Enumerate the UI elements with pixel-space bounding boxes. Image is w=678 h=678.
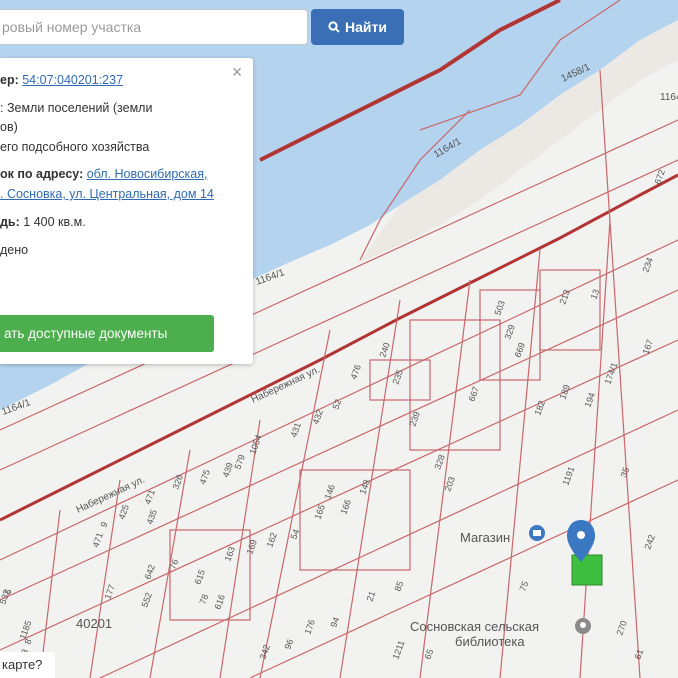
cadastral-number-label: ер: xyxy=(0,73,19,87)
parcel-info-panel: × ер: 54:07:040201:237 : Земли поселений… xyxy=(0,58,253,364)
shop-icon[interactable] xyxy=(529,525,545,541)
library-icon[interactable] xyxy=(575,618,591,634)
search-input[interactable] xyxy=(0,9,308,45)
poi-label: Магазин xyxy=(460,530,510,545)
water-label: 1164/1 xyxy=(660,92,678,103)
search-button[interactable]: Найти xyxy=(311,9,404,45)
map-help-link[interactable]: карте? xyxy=(0,652,55,678)
permitted-use: его подсобного хозяйства xyxy=(0,140,150,154)
selected-parcel[interactable] xyxy=(571,554,603,586)
category-line-2: ов) xyxy=(0,120,18,134)
address-link-1[interactable]: обл. Новосибирская, xyxy=(87,167,208,181)
close-icon[interactable]: × xyxy=(229,63,245,81)
search-button-label: Найти xyxy=(345,19,387,35)
category-line-1: : Земли поселений (земли xyxy=(0,101,153,115)
available-documents-button[interactable]: ать доступные документы xyxy=(0,315,214,352)
area-value: 1 400 кв.м. xyxy=(23,215,86,229)
address-link-2[interactable]: . Сосновка, ул. Центральная, дом 14 xyxy=(0,187,214,201)
search-icon xyxy=(328,21,340,33)
area-label: дь: xyxy=(0,215,20,229)
poi-label: библиотека xyxy=(455,634,525,649)
block-label: 40201 xyxy=(76,616,112,631)
address-label: ок по адресу: xyxy=(0,167,84,181)
poi-label: Сосновская сельская xyxy=(410,619,539,634)
status-text: дено xyxy=(0,243,29,257)
cadastral-number-link[interactable]: 54:07:040201:237 xyxy=(22,73,123,87)
